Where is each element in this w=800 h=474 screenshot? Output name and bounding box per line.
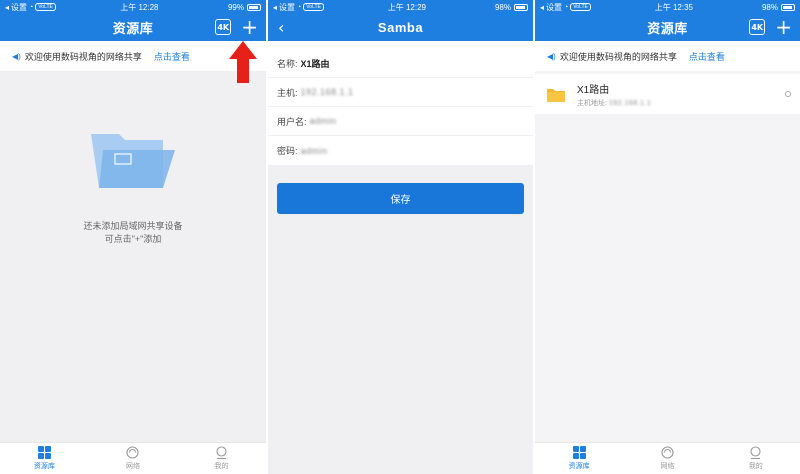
nav-bar: 资源库 4K +	[535, 14, 800, 41]
volte-badge: VoLTE	[303, 3, 324, 11]
notice-text: 欢迎使用数码视角的网络共享	[24, 51, 142, 62]
notice-bar: ◀) 欢迎使用数码视角的网络共享 点击查看	[0, 41, 266, 71]
shield-icon[interactable]: 4K	[749, 19, 766, 35]
status-time: 上午 12:28	[120, 2, 159, 12]
battery-icon	[781, 3, 795, 11]
page-title: Samba	[377, 20, 424, 35]
nav-bar: 资源库 4K +	[0, 14, 266, 41]
host-value: 192.168.1.1	[608, 99, 652, 107]
battery-icon	[514, 3, 528, 11]
carrier-label: 设置	[279, 2, 296, 12]
status-bar: ◂ 设置 ◔ VoLTE 上午 12:29 98%	[268, 0, 533, 14]
user-icon	[750, 446, 761, 459]
field-value: X1路由	[300, 58, 330, 69]
device-name: X1路由	[577, 84, 610, 96]
field-label: 名称:	[277, 58, 298, 69]
folder-icon	[547, 88, 565, 102]
tab-me[interactable]: 我的	[192, 446, 252, 471]
notice-link[interactable]: 点击查看	[689, 50, 725, 63]
library-screen-with-device: ◂ 设置 ◔ VoLTE 上午 12:35 98% 资源库 4K + ◀) 欢迎…	[535, 0, 800, 474]
tab-network[interactable]: 网络	[103, 446, 163, 471]
speaker-icon: ◀)	[12, 51, 21, 61]
tab-library[interactable]: 资源库	[14, 446, 74, 471]
status-bar: ◂ 设置 ◔ VoLTE 上午 12:28 99%	[0, 0, 266, 14]
device-host: 主机地址: 192.168.1.1	[577, 98, 785, 108]
host-label: 主机地址:	[577, 99, 607, 107]
battery-icon	[247, 3, 261, 11]
grid-icon	[37, 446, 51, 459]
speaker-icon: ◀)	[547, 51, 556, 61]
back-to-app-indicator[interactable]: ◂	[540, 3, 544, 12]
field-value: admin	[309, 116, 337, 126]
tab-label: 我的	[748, 463, 763, 470]
name-field[interactable]: 名称: X1路由	[268, 49, 533, 78]
grid-icon	[572, 446, 586, 459]
tab-library[interactable]: 资源库	[549, 446, 609, 471]
wifi-icon: ◔	[564, 3, 569, 11]
tab-label: 网络	[125, 463, 140, 470]
empty-state: 还未添加局域网共享设备 可点击"+"添加	[0, 128, 266, 246]
add-button[interactable]: +	[241, 17, 258, 37]
red-arrow-icon	[229, 41, 257, 83]
add-button[interactable]: +	[775, 17, 792, 37]
status-time: 上午 12:35	[654, 2, 693, 12]
empty-folder-icon	[91, 134, 175, 188]
notice-bar: ◀) 欢迎使用数码视角的网络共享 点击查看	[535, 41, 800, 71]
status-time: 上午 12:29	[387, 2, 426, 12]
battery-percent: 98%	[494, 2, 511, 12]
device-list-item[interactable]: X1路由 主机地址: 192.168.1.1	[535, 74, 800, 114]
samba-form-screen: ◂ 设置 ◔ VoLTE 上午 12:29 98% ‹ Samba 名称: X1…	[268, 0, 533, 474]
volte-badge: VoLTE	[35, 3, 56, 11]
tab-label: 我的	[214, 463, 229, 470]
tab-bar: 资源库 网络 我的	[535, 442, 800, 474]
save-button[interactable]: 保存	[277, 183, 524, 214]
user-icon	[216, 446, 227, 459]
volte-badge: VoLTE	[570, 3, 591, 11]
field-label: 密码:	[277, 146, 298, 156]
tab-me[interactable]: 我的	[726, 446, 786, 471]
notice-link[interactable]: 点击查看	[154, 50, 190, 63]
battery-percent: 98%	[761, 2, 778, 12]
carrier-label: 设置	[546, 2, 563, 12]
shield-glyph: 4K	[751, 22, 764, 32]
page-title: 资源库	[112, 21, 154, 36]
shield-glyph: 4K	[217, 22, 230, 32]
shield-icon[interactable]: 4K	[215, 19, 232, 35]
nav-bar: ‹ Samba	[268, 14, 533, 41]
tab-label: 资源库	[568, 463, 590, 470]
network-icon	[661, 446, 674, 459]
back-to-app-indicator[interactable]: ◂	[273, 3, 277, 12]
password-field[interactable]: 密码: admin	[268, 136, 533, 165]
page-title: 资源库	[647, 21, 688, 36]
field-value: admin	[300, 145, 328, 156]
network-icon	[126, 446, 140, 459]
battery-percent: 99%	[227, 2, 244, 12]
tab-bar: 资源库 网络 我的	[0, 442, 266, 474]
tab-label: 网络	[660, 463, 675, 470]
wifi-icon: ◔	[297, 3, 302, 11]
field-value: 192.168.1.1	[300, 87, 354, 97]
tab-network[interactable]: 网络	[637, 446, 697, 471]
username-field[interactable]: 用户名: admin	[268, 107, 533, 136]
library-screen-empty: ◂ 设置 ◔ VoLTE 上午 12:28 99% 资源库 4K + ◀) 欢迎…	[0, 0, 266, 474]
empty-text-line1: 还未添加局域网共享设备	[83, 221, 183, 231]
back-button[interactable]: ‹	[278, 18, 284, 37]
field-label: 用户名:	[277, 116, 307, 127]
carrier-label: 设置	[11, 2, 28, 12]
field-label: 主机:	[277, 87, 298, 98]
back-to-app-indicator[interactable]: ◂	[5, 3, 9, 12]
empty-text-line2: 可点击"+"添加	[104, 234, 162, 244]
status-bar: ◂ 设置 ◔ VoLTE 上午 12:35 98%	[535, 0, 800, 14]
select-radio[interactable]	[785, 91, 791, 97]
tab-label: 资源库	[33, 463, 55, 470]
notice-text: 欢迎使用数码视角的网络共享	[559, 51, 677, 62]
wifi-icon: ◔	[29, 3, 34, 11]
samba-form: 名称: X1路由 主机: 192.168.1.1 用户名: admin 密码: …	[268, 41, 533, 165]
host-field[interactable]: 主机: 192.168.1.1	[268, 78, 533, 107]
